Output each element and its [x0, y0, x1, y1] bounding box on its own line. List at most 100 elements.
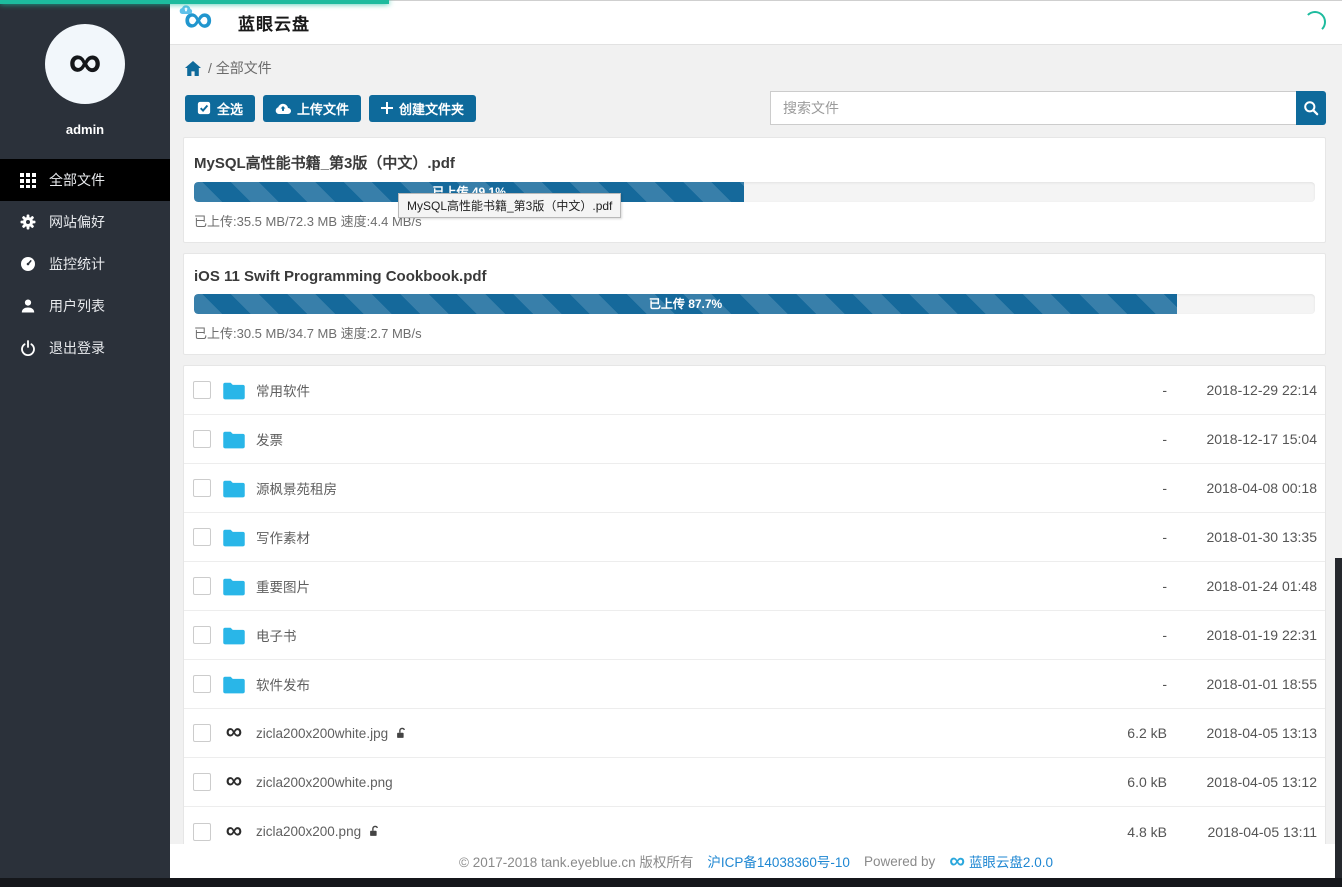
- file-size: -: [1057, 627, 1167, 643]
- file-date: 2018-12-17 15:04: [1167, 431, 1317, 447]
- folder-icon: [222, 380, 246, 400]
- file-name[interactable]: zicla200x200white.jpg: [256, 726, 388, 741]
- upload-progress-track: 已上传 87.7%: [194, 294, 1315, 314]
- page-load-progress-bar: [0, 0, 389, 4]
- file-size: 6.0 kB: [1057, 774, 1167, 790]
- search-input[interactable]: [770, 91, 1296, 125]
- file-name[interactable]: 电子书: [256, 625, 297, 645]
- row-checkbox[interactable]: [193, 381, 211, 399]
- breadcrumb[interactable]: / 全部文件: [170, 45, 1342, 78]
- file-list: ∞ 常用软件 - 2018-12-29 22:14 ∞ 发票: [183, 365, 1326, 857]
- row-checkbox[interactable]: [193, 675, 211, 693]
- home-icon: [185, 61, 201, 76]
- brand-infinity-icon: ∞: [949, 854, 965, 868]
- file-size: -: [1057, 529, 1167, 545]
- lock-open-icon: [395, 727, 408, 740]
- file-date: 2018-04-05 13:11: [1167, 824, 1317, 840]
- row-checkbox[interactable]: [193, 577, 211, 595]
- create-folder-button[interactable]: 创建文件夹: [369, 95, 476, 122]
- upload-card: iOS 11 Swift Programming Cookbook.pdf 已上…: [183, 253, 1326, 355]
- sidebar-item-label: 退出登录: [49, 338, 105, 358]
- user-icon: [20, 298, 36, 314]
- row-checkbox[interactable]: [193, 479, 211, 497]
- folder-icon: [222, 674, 246, 694]
- sidebar: ∞ admin 全部文件 网站偏好: [0, 0, 170, 887]
- file-row[interactable]: ∞ 发票 - 2018-12-17 15:04: [184, 415, 1325, 464]
- file-name[interactable]: 常用软件: [256, 380, 310, 400]
- upload-file-name: iOS 11 Swift Programming Cookbook.pdf: [194, 268, 1315, 285]
- sidebar-item-label: 网站偏好: [49, 212, 105, 232]
- file-date: 2018-04-05 13:12: [1167, 774, 1317, 790]
- row-checkbox[interactable]: [193, 528, 211, 546]
- search-icon: [1303, 100, 1319, 116]
- file-name[interactable]: 源枫景苑租房: [256, 478, 337, 498]
- file-row[interactable]: ∞ 源枫景苑租房 - 2018-04-08 00:18: [184, 464, 1325, 513]
- upload-stats: 已上传:30.5 MB/34.7 MB 速度:2.7 MB/s: [194, 323, 1315, 342]
- sidebar-item-label: 用户列表: [49, 296, 105, 316]
- file-infinity-icon: ∞: [226, 770, 242, 790]
- gauge-icon: [20, 256, 36, 272]
- file-date: 2018-01-30 13:35: [1167, 529, 1317, 545]
- sidebar-item-monitor[interactable]: 监控统计: [0, 243, 170, 285]
- app-header: ∞ 蓝眼云盘: [170, 0, 1342, 45]
- file-name[interactable]: 软件发布: [256, 674, 310, 694]
- file-name[interactable]: zicla200x200.png: [256, 824, 361, 839]
- file-row[interactable]: ∞ 重要图片 - 2018-01-24 01:48: [184, 562, 1325, 611]
- sidebar-item-label: 全部文件: [49, 170, 105, 190]
- row-checkbox[interactable]: [193, 773, 211, 791]
- sidebar-item-all-files[interactable]: 全部文件: [0, 159, 170, 201]
- username: admin: [0, 122, 170, 137]
- file-size: -: [1057, 578, 1167, 594]
- check-square-icon: [197, 101, 211, 115]
- upload-file-button[interactable]: 上传文件: [263, 95, 361, 122]
- folder-icon: [222, 429, 246, 449]
- brand-infinity-icon: ∞: [69, 38, 102, 84]
- plus-icon: [381, 102, 393, 114]
- upload-progress-track: 已上传 49.1%: [194, 182, 1315, 202]
- file-infinity-icon: ∞: [226, 721, 242, 741]
- upload-stats: 已上传:35.5 MB/72.3 MB 速度:4.4 MB/s: [194, 211, 1315, 230]
- file-date: 2018-12-29 22:14: [1167, 382, 1317, 398]
- file-row[interactable]: ∞ 软件发布 - 2018-01-01 18:55: [184, 660, 1325, 709]
- row-checkbox[interactable]: [193, 724, 211, 742]
- row-checkbox[interactable]: [193, 430, 211, 448]
- file-name[interactable]: 重要图片: [256, 576, 310, 596]
- search-button[interactable]: [1296, 91, 1326, 125]
- sidebar-item-preferences[interactable]: 网站偏好: [0, 201, 170, 243]
- loading-spinner-icon: [1304, 11, 1326, 33]
- file-row[interactable]: ∞ 常用软件 - 2018-12-29 22:14: [184, 366, 1325, 415]
- window-bottom-edge: [0, 878, 1342, 887]
- file-date: 2018-01-01 18:55: [1167, 676, 1317, 692]
- cloud-upload-icon: [179, 4, 193, 15]
- upload-file-name: MySQL高性能书籍_第3版（中文）.pdf: [194, 152, 1315, 173]
- file-size: -: [1057, 480, 1167, 496]
- file-row[interactable]: ∞ 电子书 - 2018-01-19 22:31: [184, 611, 1325, 660]
- sidebar-item-users[interactable]: 用户列表: [0, 285, 170, 327]
- app-logo[interactable]: ∞: [184, 7, 226, 37]
- file-size: 6.2 kB: [1057, 725, 1167, 741]
- file-name[interactable]: 写作素材: [256, 527, 310, 547]
- file-name[interactable]: 发票: [256, 429, 283, 449]
- avatar[interactable]: ∞: [45, 24, 125, 104]
- icp-link[interactable]: 沪ICP备14038360号-10: [707, 851, 850, 871]
- file-row[interactable]: ∞ zicla200x200white.jpg 6.2 kB 2018-04-0…: [184, 709, 1325, 758]
- main-area: ∞ 蓝眼云盘 / 全部文件 全选 上传文件: [170, 0, 1342, 887]
- folder-icon: [222, 576, 246, 596]
- file-size: -: [1057, 676, 1167, 692]
- gear-icon: [20, 214, 36, 230]
- upload-card: MySQL高性能书籍_第3版（中文）.pdf 已上传 49.1% 已上传:35.…: [183, 137, 1326, 243]
- folder-icon: [222, 625, 246, 645]
- file-date: 2018-01-24 01:48: [1167, 578, 1317, 594]
- file-row[interactable]: ∞ 写作素材 - 2018-01-30 13:35: [184, 513, 1325, 562]
- sidebar-item-logout[interactable]: 退出登录: [0, 327, 170, 369]
- file-name[interactable]: zicla200x200white.png: [256, 775, 393, 790]
- brand-version-link[interactable]: 蓝眼云盘2.0.0: [969, 851, 1053, 871]
- footer: © 2017-2018 tank.eyeblue.cn 版权所有 沪ICP备14…: [170, 844, 1342, 878]
- row-checkbox[interactable]: [193, 823, 211, 841]
- toolbar: 全选 上传文件 创建文件夹: [185, 91, 1326, 125]
- sidebar-item-label: 监控统计: [49, 254, 105, 274]
- row-checkbox[interactable]: [193, 626, 211, 644]
- select-all-button[interactable]: 全选: [185, 95, 255, 122]
- file-row[interactable]: ∞ zicla200x200white.png 6.0 kB 2018-04-0…: [184, 758, 1325, 807]
- scrollbar[interactable]: [1335, 558, 1342, 887]
